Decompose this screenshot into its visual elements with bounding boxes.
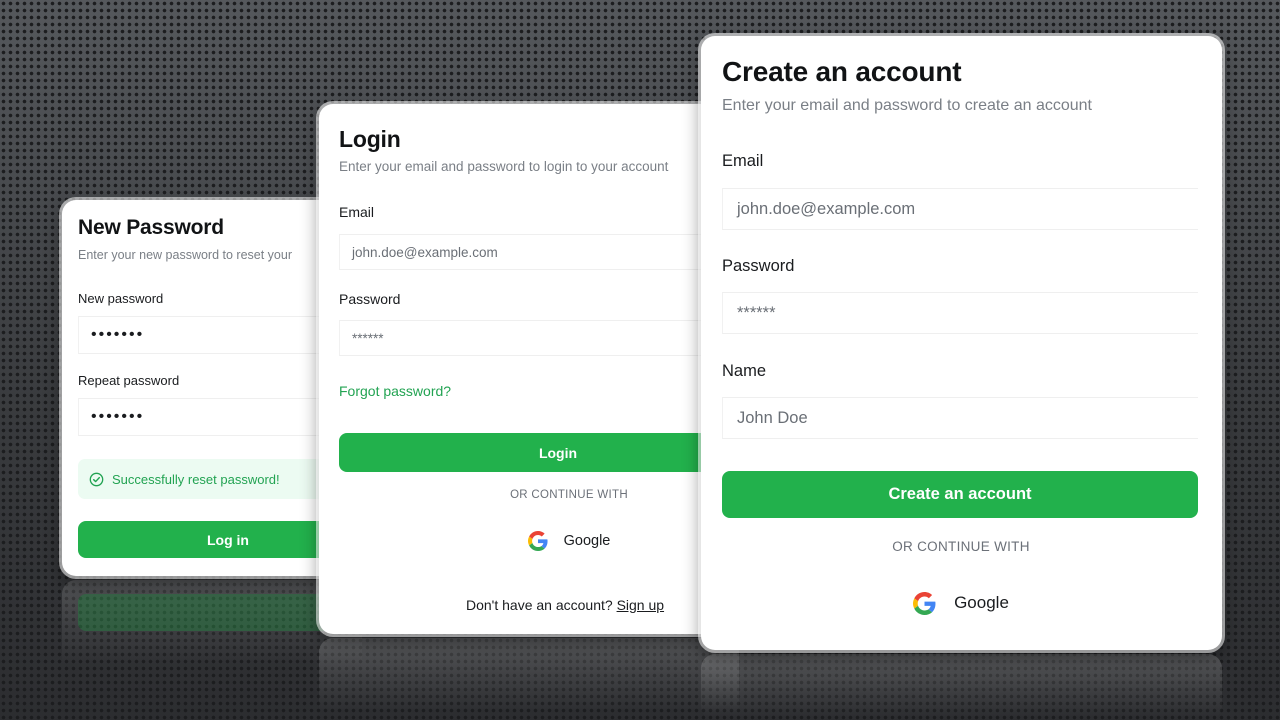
create-account-card-reflection <box>701 654 1222 720</box>
repeat-password-label: Repeat password <box>78 373 180 388</box>
create-account-subtitle: Enter your email and password to create … <box>722 97 1092 114</box>
create-divider-text: OR CONTINUE WITH <box>892 539 1030 554</box>
google-icon <box>527 531 548 551</box>
login-password-input[interactable]: ****** <box>339 320 739 356</box>
create-name-placeholder: John Doe <box>737 408 808 427</box>
login-email-label: Email <box>339 204 375 220</box>
create-email-input[interactable]: john.doe@example.com <box>722 188 1198 230</box>
create-account-card: Create an account Enter your email and p… <box>701 36 1222 650</box>
new-password-card-reflection <box>62 580 362 680</box>
login-button[interactable]: Login <box>339 433 739 472</box>
no-account-text: Don't have an account? <box>466 597 613 613</box>
create-name-label: Name <box>722 362 767 380</box>
forgot-password-link[interactable]: Forgot password? <box>339 383 451 399</box>
new-password-subtitle: Enter your new password to reset your <box>78 248 292 262</box>
login-google-button[interactable]: Google <box>519 528 619 554</box>
new-password-label: New password <box>78 291 164 306</box>
success-message: Successfully reset password! <box>112 471 280 487</box>
login-google-label: Google <box>563 533 611 549</box>
new-password-title: New Password <box>78 216 224 239</box>
login-subtitle: Enter your email and password to login t… <box>339 159 669 174</box>
new-password-value: ••••••• <box>91 326 145 343</box>
login-email-input[interactable]: john.doe@example.com <box>339 234 739 270</box>
create-google-button[interactable]: Google <box>901 588 1021 618</box>
create-password-label: Password <box>722 257 795 275</box>
create-password-value: ****** <box>737 303 776 322</box>
signup-prompt: Don't have an account? Sign up <box>466 597 664 613</box>
repeat-password-value: ••••••• <box>91 408 145 425</box>
login-password-value: ****** <box>352 330 384 346</box>
login-email-placeholder: john.doe@example.com <box>352 244 498 260</box>
login-card-reflection <box>319 638 739 720</box>
google-icon <box>913 591 936 615</box>
create-email-placeholder: john.doe@example.com <box>737 199 916 218</box>
login-divider-text: OR CONTINUE WITH <box>510 489 628 501</box>
signup-link[interactable]: Sign up <box>617 597 664 613</box>
create-email-label: Email <box>722 152 764 170</box>
create-google-label: Google <box>954 593 1009 612</box>
create-name-input[interactable]: John Doe <box>722 397 1198 439</box>
login-title: Login <box>339 126 401 152</box>
new-password-card: New Password Enter your new password to … <box>62 200 362 576</box>
create-account-title: Create an account <box>722 56 962 87</box>
login-password-label: Password <box>339 291 401 307</box>
login-card: Login Enter your email and password to l… <box>319 104 739 634</box>
create-account-button[interactable]: Create an account <box>722 471 1198 518</box>
check-circle-icon <box>89 472 104 486</box>
create-password-input[interactable]: ****** <box>722 292 1198 334</box>
